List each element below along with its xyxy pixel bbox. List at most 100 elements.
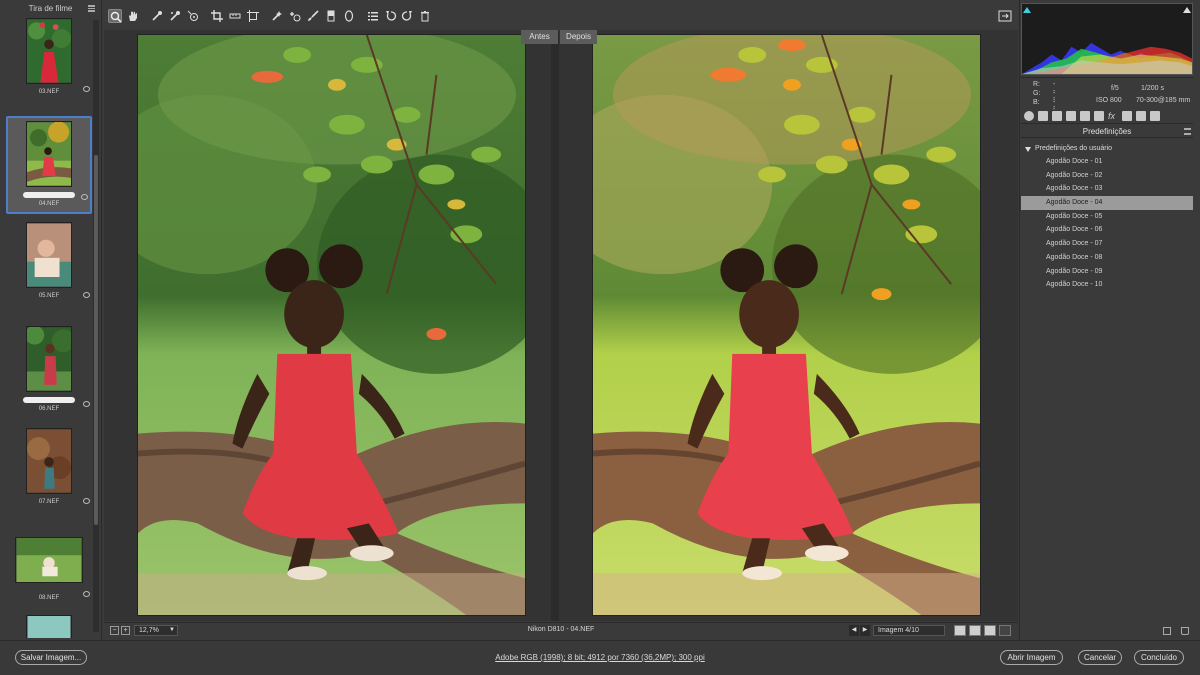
copy-settings-icon[interactable]	[984, 625, 996, 636]
trash-icon[interactable]	[418, 9, 432, 23]
lens-focal-length: 70-300@185 mm	[1136, 97, 1191, 104]
preview-canvas: Antes Depois	[104, 30, 1018, 621]
spot-removal-icon[interactable]	[270, 9, 284, 23]
next-image-icon[interactable]: ▶	[860, 625, 870, 636]
preset-item[interactable]: Agodão Doce - 03	[1021, 182, 1193, 196]
open-image-button[interactable]: Abrir Imagem	[1000, 650, 1063, 665]
preset-item[interactable]: Agodão Doce - 09	[1021, 265, 1193, 279]
rotate-ccw-icon[interactable]	[384, 9, 398, 23]
pixel-readout: R:--- G:--- B:--- f/5 1/200 s ISO 800 70…	[1021, 77, 1193, 120]
hand-icon[interactable]	[126, 9, 140, 23]
before-photo	[137, 34, 526, 616]
cancel-button[interactable]: Cancelar	[1078, 650, 1122, 665]
compare-divider	[551, 30, 559, 621]
histogram	[1021, 3, 1193, 75]
lens-corrections-panel-icon[interactable]	[1094, 111, 1104, 121]
thumbnail-image	[25, 325, 75, 392]
filmstrip-item-label: 07.NEF	[38, 499, 60, 505]
star-rating[interactable]	[23, 192, 75, 198]
filmstrip-menu-icon[interactable]	[88, 5, 95, 12]
snapshots-panel-icon[interactable]	[1150, 111, 1160, 121]
highlight-clipping-icon[interactable]	[1183, 7, 1191, 13]
presets-title: Predefinições	[1082, 127, 1132, 136]
fullscreen-toggle-icon[interactable]	[998, 10, 1012, 22]
effects-panel-icon[interactable]: fx	[1108, 111, 1118, 121]
adjusted-badge-icon	[83, 401, 90, 407]
panel-title: Predefinições	[1021, 125, 1193, 138]
preset-item-selected[interactable]: Agodão Doce - 04	[1021, 196, 1193, 210]
target-adjust-icon[interactable]	[186, 9, 200, 23]
right-panel: R:--- G:--- B:--- f/5 1/200 s ISO 800 70…	[1019, 0, 1200, 640]
transform-icon[interactable]	[246, 9, 260, 23]
rotate-cw-icon[interactable]	[400, 9, 414, 23]
delete-preset-icon[interactable]	[1181, 627, 1189, 635]
swap-before-after-icon[interactable]	[969, 625, 981, 636]
filmstrip-scrollbar[interactable]	[93, 20, 99, 632]
previous-image-icon[interactable]: ◀	[849, 625, 859, 636]
filmstrip-list: 03.NEF 04.NEF 05.NEF 06.NEF 07.NEF 08.NE…	[6, 18, 92, 638]
red-eye-icon[interactable]	[288, 9, 302, 23]
green-label: G:	[1033, 90, 1041, 97]
aperture: f/5	[1111, 85, 1119, 92]
thumbnail-image	[26, 222, 72, 288]
color-sampler-icon[interactable]	[168, 9, 182, 23]
filmstrip-item[interactable]: 03.NEF	[6, 18, 92, 114]
preset-item[interactable]: Agodão Doce - 02	[1021, 169, 1193, 183]
thumbnail-image	[15, 537, 83, 583]
preset-group-header[interactable]: Predefinições do usuário	[1021, 143, 1193, 155]
toggle-settings-icon[interactable]	[999, 625, 1011, 636]
preset-item[interactable]: Agodão Doce - 07	[1021, 237, 1193, 251]
adjusted-badge-icon	[83, 591, 90, 597]
panel-menu-icon[interactable]	[1184, 128, 1191, 135]
tab-after[interactable]: Depois	[560, 30, 597, 44]
preset-item[interactable]: Agodão Doce - 05	[1021, 210, 1193, 224]
straighten-icon[interactable]	[228, 9, 242, 23]
split-toning-panel-icon[interactable]	[1080, 111, 1090, 121]
preset-list: Agodão Doce - 01 Agodão Doce - 02 Agodão…	[1021, 155, 1193, 292]
scrollbar-thumb[interactable]	[94, 155, 98, 525]
filmstrip-title: Tira de filme	[28, 4, 73, 13]
preferences-icon[interactable]	[366, 9, 380, 23]
filmstrip-item[interactable]: 07.NEF	[6, 428, 92, 531]
filmstrip-item[interactable]: 06.NEF	[6, 325, 92, 428]
iso: ISO 800	[1096, 97, 1122, 104]
adjusted-badge-icon	[83, 86, 90, 92]
filmstrip-item[interactable]: 05.NEF	[6, 222, 92, 326]
zoom-icon[interactable]	[108, 9, 122, 23]
white-balance-icon[interactable]	[150, 9, 164, 23]
red-readout: R: ---	[1033, 81, 1055, 102]
panel-footer	[1021, 624, 1193, 638]
blue-label: B:	[1033, 99, 1040, 106]
red-label: R:	[1033, 81, 1040, 88]
tab-before[interactable]: Antes	[521, 30, 558, 44]
adjustment-brush-icon[interactable]	[306, 9, 320, 23]
star-rating[interactable]	[23, 397, 75, 403]
preset-item[interactable]: Agodão Doce - 10	[1021, 278, 1193, 292]
preset-item[interactable]: Agodão Doce - 01	[1021, 155, 1193, 169]
shadow-clipping-icon[interactable]	[1023, 7, 1031, 13]
filmstrip-item[interactable]: 08.NEF	[6, 533, 92, 615]
bottom-bar: Salvar Imagem... Adobe RGB (1998); 8 bit…	[0, 640, 1200, 675]
filmstrip-item-label: 06.NEF	[38, 406, 60, 412]
filmstrip-item-label: 04.NEF	[38, 201, 60, 207]
done-button[interactable]: Concluído	[1134, 650, 1184, 665]
detail-panel-icon[interactable]	[1052, 111, 1062, 121]
tone-curve-panel-icon[interactable]	[1038, 111, 1048, 121]
crop-icon[interactable]	[210, 9, 224, 23]
filmstrip-item-label: 05.NEF	[38, 293, 60, 299]
new-preset-icon[interactable]	[1163, 627, 1171, 635]
preset-item[interactable]: Agodão Doce - 08	[1021, 251, 1193, 265]
filmstrip-item-selected[interactable]: 04.NEF	[6, 116, 92, 214]
camera-calibration-panel-icon[interactable]	[1122, 111, 1132, 121]
presets-panel-icon[interactable]	[1136, 111, 1146, 121]
radial-filter-icon[interactable]	[342, 9, 356, 23]
shutter-speed: 1/200 s	[1141, 85, 1164, 92]
hsl-panel-icon[interactable]	[1066, 111, 1076, 121]
graduated-filter-icon[interactable]	[324, 9, 338, 23]
thumbnail-image	[26, 121, 72, 187]
basic-panel-icon[interactable]	[1024, 111, 1034, 121]
preset-item[interactable]: Agodão Doce - 06	[1021, 223, 1193, 237]
filmstrip-item[interactable]	[6, 615, 92, 638]
toolbar	[104, 6, 1018, 28]
before-after-layout-icon[interactable]	[954, 625, 966, 636]
